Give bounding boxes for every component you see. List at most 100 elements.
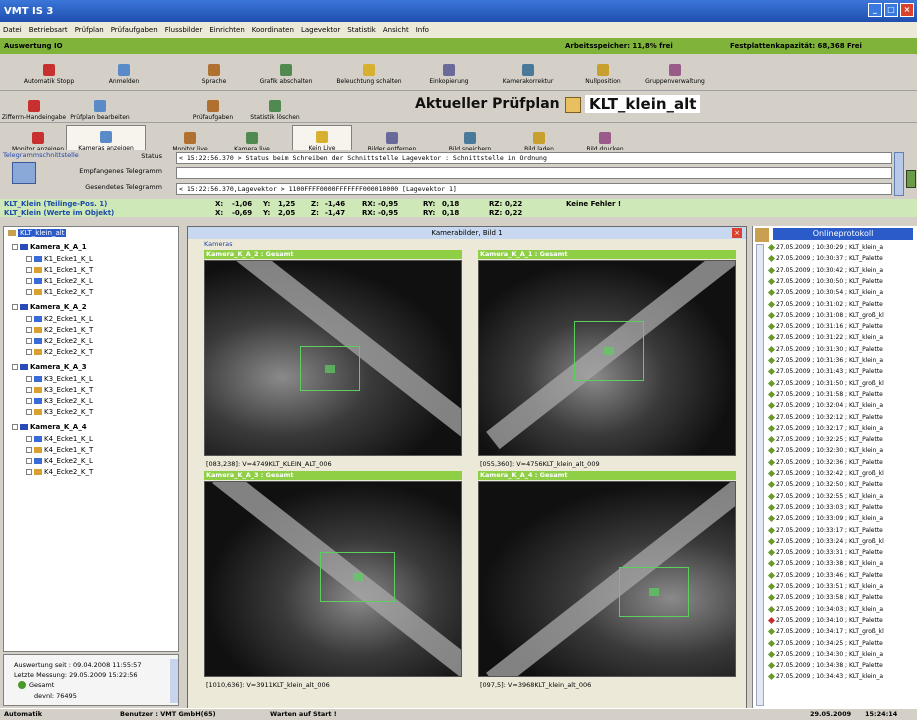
menu-item[interactable]: Info [416,26,429,34]
log-row[interactable]: 27.05.2009 ; 10:33:58 ; KLT_Palette [767,594,883,602]
expand-icon[interactable] [26,256,32,262]
cameras-button[interactable]: Kameras anzeigen [66,125,146,153]
log-row[interactable]: 27.05.2009 ; 10:32:12 ; KLT_Palette [767,413,883,421]
log-row[interactable]: 27.05.2009 ; 10:33:31 ; KLT_Palette [767,549,883,557]
camera-image[interactable] [204,260,462,456]
expand-icon[interactable] [12,244,18,250]
camera-correct-button[interactable]: Kamerakorrektur [490,57,566,85]
delete-stats-button[interactable]: Statistik löschen [240,93,310,121]
monitor-live-button[interactable]: Monitor live [168,125,212,153]
log-row[interactable]: 27.05.2009 ; 10:31:16 ; KLT_Palette [767,323,883,331]
log-row[interactable]: 27.05.2009 ; 10:33:17 ; KLT_Palette [767,526,883,534]
expand-icon[interactable] [26,436,32,442]
close-button[interactable]: × [900,3,914,17]
maximize-button[interactable]: □ [884,3,898,17]
log-row[interactable]: 27.05.2009 ; 10:32:55 ; KLT_klein_a [767,492,883,500]
log-row[interactable]: 27.05.2009 ; 10:32:04 ; KLT_klein_a [767,402,883,410]
tree-leaf[interactable]: K4_Ecke2_K_L [26,457,93,465]
no-live-button[interactable]: Kein Live [292,125,352,153]
expand-icon[interactable] [26,447,32,453]
tree-leaf[interactable]: K3_Ecke2_K_T [26,408,93,416]
log-row[interactable]: 27.05.2009 ; 10:30:29 ; KLT_klein_a [767,243,883,252]
save-image-button[interactable]: Bild speichern [432,125,508,153]
copy-button[interactable]: Einkopierung [412,57,486,85]
zero-button[interactable]: Nullposition [570,57,636,85]
expand-icon[interactable] [26,376,32,382]
log-row[interactable]: 27.05.2009 ; 10:33:46 ; KLT_Palette [767,571,883,579]
menu-item[interactable]: Lagevektor [301,26,340,34]
menu-item[interactable]: Koordinaten [252,26,294,34]
log-row[interactable]: 27.05.2009 ; 10:33:38 ; KLT_klein_a [767,560,883,568]
tree-camera-node[interactable]: Kamera_K_A_3 [12,363,87,371]
expand-icon[interactable] [26,458,32,464]
edit-button[interactable]: Prüfplan bearbeiten [60,93,140,121]
expand-icon[interactable] [26,387,32,393]
expand-icon[interactable] [26,349,32,355]
camera-live-button[interactable]: Kamera live [216,125,288,153]
tree-camera-node[interactable]: Kamera_K_A_1 [12,243,87,251]
log-row[interactable]: 27.05.2009 ; 10:30:37 ; KLT_Palette [767,255,883,263]
camera-image[interactable] [478,481,736,677]
expand-icon[interactable] [12,304,18,310]
log-row[interactable]: 27.05.2009 ; 10:31:58 ; KLT_Palette [767,390,883,398]
log-row[interactable]: 27.05.2009 ; 10:32:25 ; KLT_Palette [767,436,883,444]
tree-leaf[interactable]: K3_Ecke1_K_T [26,386,93,394]
log-row[interactable]: 27.05.2009 ; 10:34:25 ; KLT_Palette [767,639,883,647]
camera-window-close-button[interactable]: × [732,228,742,238]
tree-leaf[interactable]: K2_Ecke2_K_L [26,337,93,345]
log-row[interactable]: 27.05.2009 ; 10:33:24 ; KLT_groß_kl [767,537,884,545]
keypad-button[interactable]: Zifferrn-Handeingabe [2,93,66,121]
light-button[interactable]: Beleuchtung schalten [330,57,408,85]
print-image-button[interactable]: Bild drucken [570,125,640,153]
tree-leaf[interactable]: K1_Ecke1_K_L [26,255,93,263]
expand-icon[interactable] [26,469,32,475]
log-row[interactable]: 27.05.2009 ; 10:30:54 ; KLT_klein_a [767,289,883,297]
log-row[interactable]: 27.05.2009 ; 10:32:17 ; KLT_klein_a [767,424,883,432]
camera-image[interactable] [204,481,462,677]
expand-icon[interactable] [26,278,32,284]
expand-icon[interactable] [12,364,18,370]
log-row[interactable]: 27.05.2009 ; 10:34:17 ; KLT_groß_kl [767,628,884,636]
stop-button[interactable]: Automatik Stopp [18,57,80,85]
log-row[interactable]: 27.05.2009 ; 10:31:08 ; KLT_groß_kl [767,311,884,319]
menu-item[interactable]: Prüfaufgaben [111,26,158,34]
tree-leaf[interactable]: K2_Ecke1_K_T [26,326,93,334]
log-row[interactable]: 27.05.2009 ; 10:34:30 ; KLT_klein_a [767,650,883,658]
tree-leaf[interactable]: K2_Ecke2_K_T [26,348,93,356]
log-row[interactable]: 27.05.2009 ; 10:34:03 ; KLT_klein_a [767,605,883,613]
tree-leaf[interactable]: K1_Ecke1_K_T [26,266,93,274]
log-row[interactable]: 27.05.2009 ; 10:30:42 ; KLT_klein_a [767,266,883,274]
log-row[interactable]: 27.05.2009 ; 10:33:09 ; KLT_klein_a [767,515,883,523]
log-row[interactable]: 27.05.2009 ; 10:31:30 ; KLT_Palette [767,345,883,353]
menu-item[interactable]: Flussbilder [165,26,203,34]
log-row[interactable]: 27.05.2009 ; 10:31:02 ; KLT_Palette [767,300,883,308]
graphic-button[interactable]: Grafik abschalten [246,57,326,85]
tree-leaf[interactable]: K1_Ecke2_K_T [26,288,93,296]
tree-leaf[interactable]: K4_Ecke2_K_T [26,468,93,476]
log-scrollbar[interactable] [756,244,764,706]
log-row[interactable]: 27.05.2009 ; 10:32:42 ; KLT_groß_kl [767,469,884,478]
tree-leaf[interactable]: K3_Ecke1_K_L [26,375,93,383]
remove-images-button[interactable]: Bilder entfernen [356,125,428,153]
log-row[interactable]: 27.05.2009 ; 10:33:03 ; KLT_Palette [767,503,883,511]
log-row[interactable]: 27.05.2009 ; 10:30:50 ; KLT_Palette [767,277,883,285]
menu-item[interactable]: Einrichten [209,26,244,34]
log-row[interactable]: 27.05.2009 ; 10:34:38 ; KLT_Palette [767,662,883,670]
monitor-button[interactable]: Monitor anzeigen [12,125,64,153]
expand-icon[interactable] [26,289,32,295]
menu-item[interactable]: Statistik [347,26,376,34]
expand-icon[interactable] [26,327,32,333]
menu-item[interactable]: Datei [3,26,22,34]
minimize-button[interactable]: _ [868,3,882,17]
info-scrollbar[interactable] [170,659,178,703]
expand-icon[interactable] [26,338,32,344]
telegram-scrollbar[interactable] [894,152,904,196]
log-row[interactable]: 27.05.2009 ; 10:33:51 ; KLT_klein_a [767,582,883,591]
menu-item[interactable]: Prüfplan [75,26,104,34]
tree-leaf[interactable]: K2_Ecke1_K_L [26,315,93,323]
tree-camera-node[interactable]: Kamera_K_A_4 [12,423,87,431]
expand-icon[interactable] [12,424,18,430]
log-row[interactable]: 27.05.2009 ; 10:31:22 ; KLT_klein_a [767,334,883,342]
log-row[interactable]: 27.05.2009 ; 10:32:50 ; KLT_Palette [767,481,883,489]
tasks-button[interactable]: Prüfaufgaben [190,93,236,121]
